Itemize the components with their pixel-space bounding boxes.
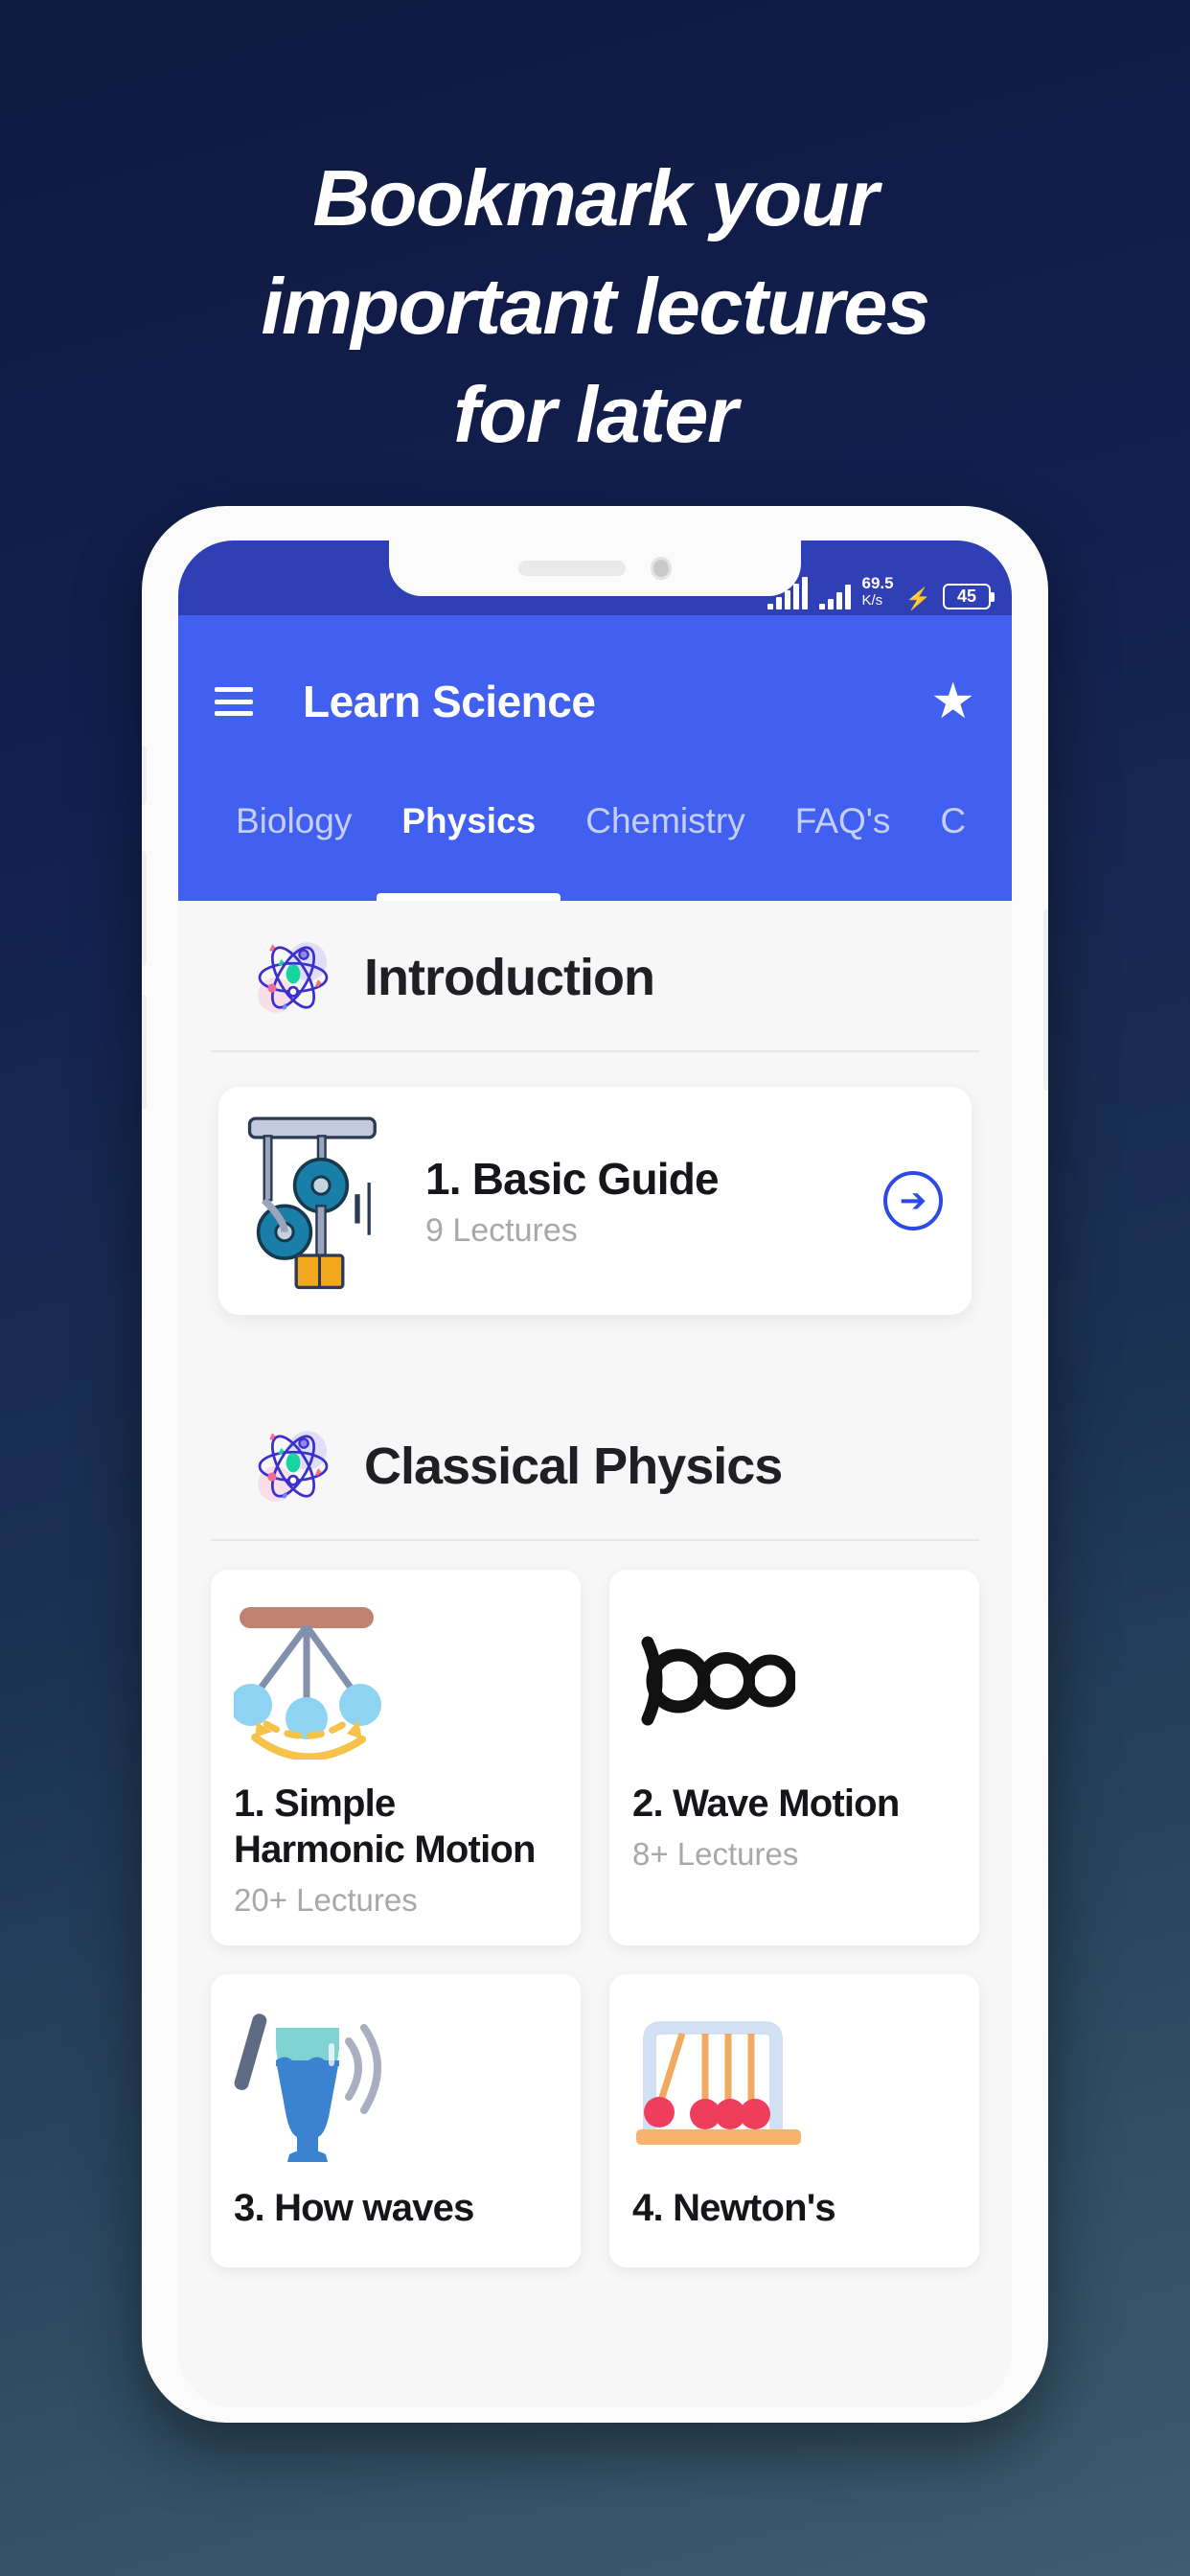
atom-icon [258,942,329,1013]
bolt-icon: ⚡ [904,586,931,610]
tab-faqs[interactable]: FAQ's [770,788,916,901]
promo-headline: Bookmark your important lectures for lat… [0,144,1190,469]
tab-chemistry[interactable]: Chemistry [561,788,770,901]
tile-lecture-count: 20+ Lectures [234,1882,418,1918]
phone-notch [389,540,801,596]
page-title: Learn Science [303,677,596,726]
network-speed-value: 69.5 [861,574,894,592]
tile-title: 4. Newton's [632,2187,836,2229]
tile-title: 2. Wave Motion [632,1782,900,1825]
phone-mute-switch [142,746,147,805]
network-speed-unit: K/s [861,592,883,609]
course-tile-newtons-cradle[interactable]: 4. Newton's [609,1974,979,2267]
phone-volume-down-button [142,995,147,1110]
headline-line-3: for later [453,370,738,459]
network-speed-indicator: 69.5 K/s [862,575,894,610]
arrow-right-circle-icon[interactable]: ➔ [883,1171,943,1230]
tile-artwork [632,1595,956,1765]
tab-physics[interactable]: Physics [377,788,561,901]
course-list: Introduction 1. Basic Guide 9 Lectures ➔… [178,901,1012,2407]
course-tile-how-waves[interactable]: 3. How waves [211,1974,581,2267]
app-bar: Learn Science ★ [178,615,1012,788]
tile-artwork [632,1999,956,2170]
tile-title: 1. Simple Harmonic Motion [234,1782,536,1871]
course-tile-simple-harmonic-motion[interactable]: 1. Simple Harmonic Motion 20+ Lectures [211,1570,581,1945]
section-header-classical-physics: Classical Physics [211,1390,979,1541]
resonance-glass-icon [234,2012,381,2162]
course-lecture-count: 9 Lectures [425,1211,578,1249]
tab-overflow[interactable]: C [915,788,991,901]
course-tile-grid: 1. Simple Harmonic Motion 20+ Lectures 2… [178,1541,1012,2267]
phone-volume-up-button [142,851,147,966]
star-icon[interactable]: ★ [930,677,975,726]
tab-biology[interactable]: Biology [211,788,377,901]
status-bar-right: 69.5 K/s ⚡ 45 [767,575,995,610]
tile-lecture-count: 8+ Lectures [632,1836,799,1872]
headline-line-2: important lectures [261,262,930,351]
section-title: Introduction [364,949,655,1006]
headline-line-1: Bookmark your [312,153,879,242]
tile-title: 3. How waves [234,2187,474,2229]
signal-bars-secondary-icon [818,585,851,610]
hamburger-menu-icon[interactable] [215,687,253,716]
course-card-basic-guide[interactable]: 1. Basic Guide 9 Lectures ➔ [218,1087,972,1315]
phone-screen: 69.5 K/s ⚡ 45 Learn Science ★ Biology Ph… [178,540,1012,2407]
pulley-system-icon [247,1116,377,1290]
course-card-body: 1. Basic Guide 9 Lectures [425,1153,883,1250]
phone-mockup: 69.5 K/s ⚡ 45 Learn Science ★ Biology Ph… [142,506,1048,2423]
newtons-cradle-icon [636,2021,801,2145]
wave-loop-icon [641,1636,795,1725]
speaker-slot-icon [518,561,626,576]
tile-artwork [234,1999,558,2170]
tab-bar[interactable]: Biology Physics Chemistry FAQ's C [178,788,1012,901]
section-header-introduction: Introduction [211,901,979,1052]
battery-indicator: 45 [943,584,995,610]
pendulum-icon [234,1606,381,1760]
course-tile-wave-motion[interactable]: 2. Wave Motion 8+ Lectures [609,1570,979,1945]
front-camera-icon [651,557,672,580]
atom-icon [258,1431,329,1502]
course-title: 1. Basic Guide [425,1153,720,1204]
tile-artwork [234,1595,558,1765]
phone-power-button [1043,908,1048,1091]
section-title: Classical Physics [364,1438,783,1495]
